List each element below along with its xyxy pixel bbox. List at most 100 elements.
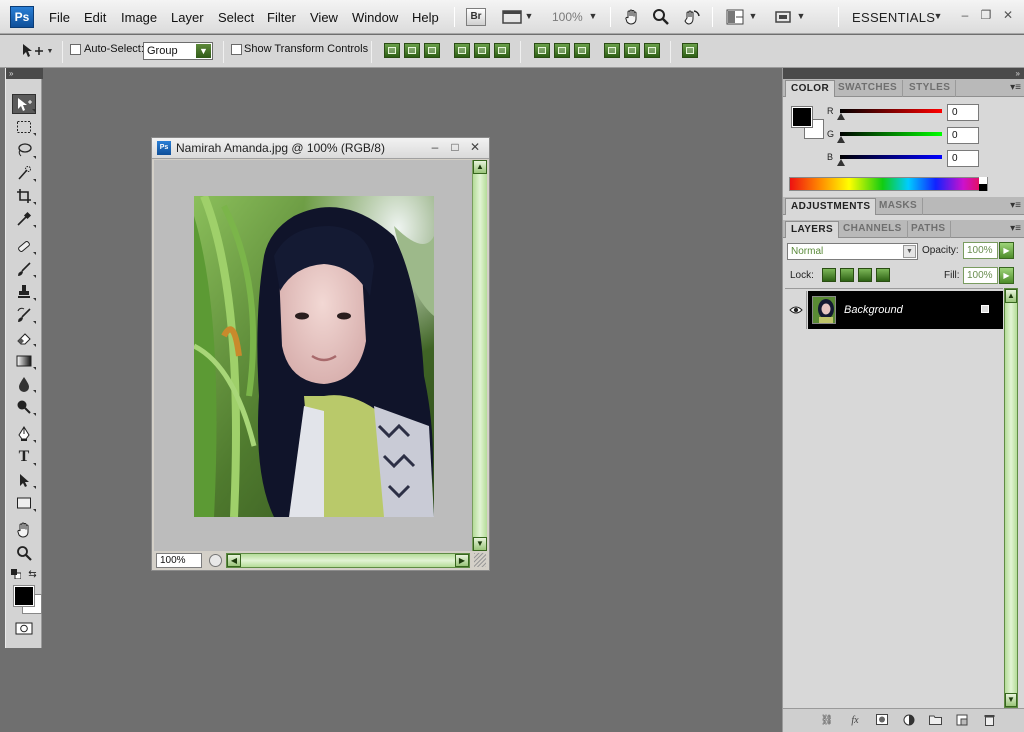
- panel-menu-icon[interactable]: ▾≡: [1010, 200, 1021, 211]
- delete-layer-icon[interactable]: [982, 714, 996, 727]
- blue-slider[interactable]: [840, 155, 942, 159]
- blue-value-field[interactable]: 0: [947, 150, 979, 167]
- zoom-icon[interactable]: [651, 7, 671, 27]
- panel-collapse-icon[interactable]: »: [783, 68, 1024, 79]
- tab-masks[interactable]: MASKS: [874, 198, 924, 215]
- black-white-ramp[interactable]: [979, 177, 987, 191]
- chevron-down-icon[interactable]: ▼: [525, 11, 534, 21]
- layers-scrollbar[interactable]: ▲ ▼: [1004, 288, 1018, 708]
- new-adjustment-layer-icon[interactable]: [902, 714, 916, 727]
- status-info-icon[interactable]: [209, 554, 222, 567]
- chevron-down-icon[interactable]: ▼: [749, 11, 758, 21]
- tab-color[interactable]: COLOR: [785, 80, 836, 97]
- maximize-icon[interactable]: □: [448, 140, 462, 154]
- scroll-right-icon[interactable]: ▶: [455, 554, 469, 567]
- menu-help[interactable]: Help: [412, 10, 439, 25]
- tab-channels[interactable]: CHANNELS: [838, 221, 908, 238]
- eyedropper-tool-icon[interactable]: [12, 209, 36, 229]
- type-tool-icon[interactable]: T: [12, 447, 36, 467]
- layer-item-background[interactable]: Background: [808, 291, 1003, 329]
- screen-mode-icon[interactable]: [773, 8, 793, 26]
- zoom-level[interactable]: 100%: [552, 10, 583, 24]
- vertical-scrollbar[interactable]: ▲ ▼: [472, 160, 487, 551]
- tab-swatches[interactable]: SWATCHES: [833, 80, 904, 97]
- link-layers-icon[interactable]: ⛓: [820, 714, 834, 727]
- panel-menu-icon[interactable]: ▾≡: [1010, 223, 1021, 234]
- layer-row[interactable]: Background: [785, 291, 1003, 329]
- quick-selection-tool-icon[interactable]: [12, 163, 36, 183]
- menu-image[interactable]: Image: [121, 10, 157, 25]
- chevron-down-icon[interactable]: ▼: [934, 11, 943, 21]
- auto-align-layers-icon[interactable]: [682, 43, 698, 58]
- foreground-color-swatch[interactable]: [13, 585, 35, 607]
- minimize-icon[interactable]: –: [428, 140, 442, 154]
- lock-position-icon[interactable]: [858, 268, 872, 282]
- quick-mask-icon[interactable]: [14, 621, 34, 635]
- zoom-tool-icon[interactable]: [12, 543, 36, 563]
- clone-stamp-tool-icon[interactable]: [12, 282, 36, 302]
- document-titlebar[interactable]: Ps Namirah Amanda.jpg @ 100% (RGB/8) – □…: [152, 138, 489, 159]
- fill-slider-arrow-icon[interactable]: ▶: [999, 267, 1014, 284]
- canvas-area[interactable]: [154, 160, 472, 551]
- tab-paths[interactable]: PATHS: [906, 221, 952, 238]
- menu-view[interactable]: View: [310, 10, 338, 25]
- panel-collapse-icon[interactable]: »: [6, 68, 43, 79]
- new-layer-icon[interactable]: [955, 714, 969, 727]
- scroll-up-icon[interactable]: ▲: [473, 160, 487, 174]
- horizontal-scrollbar[interactable]: ◀ ▶: [226, 553, 470, 568]
- blue-slider-knob[interactable]: [837, 159, 845, 166]
- distribute-right-icon[interactable]: [644, 43, 660, 58]
- fill-field[interactable]: 100%: [963, 267, 998, 284]
- red-slider-knob[interactable]: [837, 113, 845, 120]
- green-value-field[interactable]: 0: [947, 127, 979, 144]
- crop-tool-icon[interactable]: [12, 186, 36, 206]
- tab-layers[interactable]: LAYERS: [785, 221, 840, 238]
- hand-tool-icon[interactable]: [12, 520, 36, 540]
- healing-brush-tool-icon[interactable]: [12, 236, 36, 256]
- menu-file[interactable]: File: [49, 10, 70, 25]
- move-tool-icon[interactable]: [12, 94, 36, 114]
- layer-style-icon[interactable]: fx: [848, 714, 862, 727]
- add-mask-icon[interactable]: [875, 714, 889, 727]
- auto-select-checkbox[interactable]: [70, 44, 81, 55]
- visibility-eye-icon[interactable]: [785, 291, 807, 329]
- menu-select[interactable]: Select: [218, 10, 254, 25]
- scroll-left-icon[interactable]: ◀: [227, 554, 241, 567]
- arrange-documents-icon[interactable]: [725, 8, 745, 26]
- history-brush-tool-icon[interactable]: [12, 305, 36, 325]
- distribute-bottom-icon[interactable]: [574, 43, 590, 58]
- rotate-view-icon[interactable]: [680, 7, 702, 27]
- blend-mode-dropdown[interactable]: Normal ▼: [787, 243, 918, 260]
- chevron-down-icon[interactable]: ▼: [589, 11, 598, 21]
- blur-tool-icon[interactable]: [12, 374, 36, 394]
- pen-tool-icon[interactable]: [12, 424, 36, 444]
- align-top-edges-icon[interactable]: [384, 43, 400, 58]
- align-horizontal-centers-icon[interactable]: [474, 43, 490, 58]
- rectangle-tool-icon[interactable]: [12, 493, 36, 513]
- distribute-left-icon[interactable]: [604, 43, 620, 58]
- lock-image-pixels-icon[interactable]: [840, 268, 854, 282]
- opacity-field[interactable]: 100%: [963, 242, 998, 259]
- red-slider[interactable]: [840, 109, 942, 113]
- green-slider[interactable]: [840, 132, 942, 136]
- green-slider-knob[interactable]: [837, 136, 845, 143]
- align-bottom-edges-icon[interactable]: [424, 43, 440, 58]
- menu-layer[interactable]: Layer: [171, 10, 204, 25]
- scroll-down-icon[interactable]: ▼: [473, 537, 487, 551]
- chevron-down-icon[interactable]: ▼: [797, 11, 806, 21]
- close-icon[interactable]: ✕: [1001, 8, 1015, 22]
- chevron-down-icon[interactable]: ▼: [46, 47, 54, 55]
- red-value-field[interactable]: 0: [947, 104, 979, 121]
- panel-menu-icon[interactable]: ▾≡: [1010, 82, 1021, 93]
- tab-adjustments[interactable]: ADJUSTMENTS: [785, 198, 877, 215]
- opacity-slider-arrow-icon[interactable]: ▶: [999, 242, 1014, 259]
- align-right-edges-icon[interactable]: [494, 43, 510, 58]
- move-tool-preset-icon[interactable]: [20, 40, 46, 62]
- new-group-icon[interactable]: [928, 714, 942, 727]
- resize-grip-icon[interactable]: [474, 553, 486, 567]
- menu-filter[interactable]: Filter: [267, 10, 296, 25]
- eraser-tool-icon[interactable]: [12, 328, 36, 348]
- distribute-top-icon[interactable]: [534, 43, 550, 58]
- menu-edit[interactable]: Edit: [84, 10, 106, 25]
- hand-icon[interactable]: [622, 7, 642, 27]
